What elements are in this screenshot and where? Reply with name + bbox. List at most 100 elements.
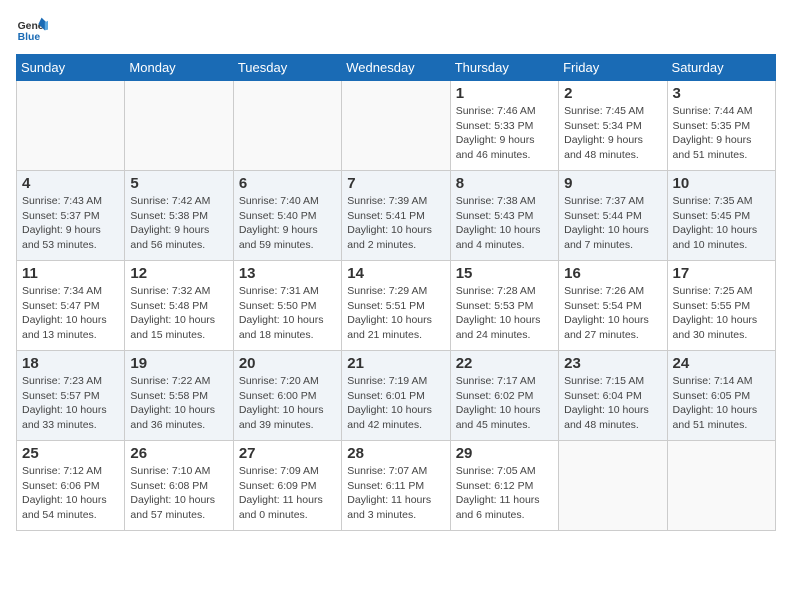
weekday-header-monday: Monday [125, 55, 233, 81]
calendar-cell [559, 441, 667, 531]
day-number: 17 [673, 265, 770, 282]
day-info: Sunrise: 7:39 AMSunset: 5:41 PMDaylight:… [347, 194, 444, 253]
day-info: Sunrise: 7:26 AMSunset: 5:54 PMDaylight:… [564, 284, 661, 343]
day-number: 10 [673, 175, 770, 192]
calendar-cell: 29 Sunrise: 7:05 AMSunset: 6:12 PMDayligh… [450, 441, 558, 531]
calendar-cell: 6 Sunrise: 7:40 AMSunset: 5:40 PMDaylight… [233, 171, 341, 261]
day-number: 15 [456, 265, 553, 282]
calendar-cell: 12 Sunrise: 7:32 AMSunset: 5:48 PMDayligh… [125, 261, 233, 351]
day-number: 5 [130, 175, 227, 192]
day-number: 21 [347, 355, 444, 372]
weekday-header-row: SundayMondayTuesdayWednesdayThursdayFrid… [17, 55, 776, 81]
svg-text:Blue: Blue [18, 32, 41, 43]
calendar-table: SundayMondayTuesdayWednesdayThursdayFrid… [16, 54, 776, 531]
day-info: Sunrise: 7:15 AMSunset: 6:04 PMDaylight:… [564, 374, 661, 433]
calendar-cell: 17 Sunrise: 7:25 AMSunset: 5:55 PMDayligh… [667, 261, 775, 351]
day-info: Sunrise: 7:31 AMSunset: 5:50 PMDaylight:… [239, 284, 336, 343]
calendar-week-row: 25 Sunrise: 7:12 AMSunset: 6:06 PMDayligh… [17, 441, 776, 531]
day-info: Sunrise: 7:23 AMSunset: 5:57 PMDaylight:… [22, 374, 119, 433]
day-number: 7 [347, 175, 444, 192]
logo-icon: General Blue [16, 16, 48, 44]
day-number: 3 [673, 85, 770, 102]
calendar-cell: 15 Sunrise: 7:28 AMSunset: 5:53 PMDayligh… [450, 261, 558, 351]
calendar-cell: 1 Sunrise: 7:46 AMSunset: 5:33 PMDaylight… [450, 81, 558, 171]
calendar-cell: 11 Sunrise: 7:34 AMSunset: 5:47 PMDayligh… [17, 261, 125, 351]
calendar-cell: 8 Sunrise: 7:38 AMSunset: 5:43 PMDaylight… [450, 171, 558, 261]
calendar-cell: 22 Sunrise: 7:17 AMSunset: 6:02 PMDayligh… [450, 351, 558, 441]
calendar-cell: 26Sunrise: 7:10 AMSunset: 6:08 PMDayligh… [125, 441, 233, 531]
calendar-cell: 4 Sunrise: 7:43 AMSunset: 5:37 PMDaylight… [17, 171, 125, 261]
day-info: Sunrise: 7:17 AMSunset: 6:02 PMDaylight:… [456, 374, 553, 433]
calendar-week-row: 11 Sunrise: 7:34 AMSunset: 5:47 PMDayligh… [17, 261, 776, 351]
day-info: Sunrise: 7:28 AMSunset: 5:53 PMDaylight:… [456, 284, 553, 343]
day-info: Sunrise: 7:43 AMSunset: 5:37 PMDaylight:… [22, 194, 119, 253]
day-number: 29 [456, 445, 553, 462]
day-info: Sunrise: 7:42 AMSunset: 5:38 PMDaylight:… [130, 194, 227, 253]
calendar-cell: 27 Sunrise: 7:09 AMSunset: 6:09 PMDayligh… [233, 441, 341, 531]
day-number: 6 [239, 175, 336, 192]
calendar-cell: 9Sunrise: 7:37 AMSunset: 5:44 PMDaylight… [559, 171, 667, 261]
day-info: Sunrise: 7:40 AMSunset: 5:40 PMDaylight:… [239, 194, 336, 253]
calendar-cell: 5 Sunrise: 7:42 AMSunset: 5:38 PMDaylight… [125, 171, 233, 261]
day-number: 20 [239, 355, 336, 372]
day-info: Sunrise: 7:44 AMSunset: 5:35 PMDaylight:… [673, 104, 770, 163]
calendar-cell: 21Sunrise: 7:19 AMSunset: 6:01 PMDayligh… [342, 351, 450, 441]
calendar-cell: 7 Sunrise: 7:39 AMSunset: 5:41 PMDaylight… [342, 171, 450, 261]
day-number: 24 [673, 355, 770, 372]
calendar-cell: 24 Sunrise: 7:14 AMSunset: 6:05 PMDayligh… [667, 351, 775, 441]
day-info: Sunrise: 7:20 AMSunset: 6:00 PMDaylight:… [239, 374, 336, 433]
calendar-cell [342, 81, 450, 171]
calendar-cell [17, 81, 125, 171]
day-number: 22 [456, 355, 553, 372]
day-number: 25 [22, 445, 119, 462]
calendar-cell: 10Sunrise: 7:35 AMSunset: 5:45 PMDayligh… [667, 171, 775, 261]
weekday-header-wednesday: Wednesday [342, 55, 450, 81]
weekday-header-tuesday: Tuesday [233, 55, 341, 81]
day-info: Sunrise: 7:25 AMSunset: 5:55 PMDaylight:… [673, 284, 770, 343]
calendar-cell [667, 441, 775, 531]
weekday-header-sunday: Sunday [17, 55, 125, 81]
day-info: Sunrise: 7:46 AMSunset: 5:33 PMDaylight:… [456, 104, 553, 163]
calendar-cell [125, 81, 233, 171]
day-number: 16 [564, 265, 661, 282]
calendar-cell: 16 Sunrise: 7:26 AMSunset: 5:54 PMDayligh… [559, 261, 667, 351]
day-number: 8 [456, 175, 553, 192]
day-number: 13 [239, 265, 336, 282]
weekday-header-thursday: Thursday [450, 55, 558, 81]
day-number: 9 [564, 175, 661, 192]
calendar-cell: 25 Sunrise: 7:12 AMSunset: 6:06 PMDayligh… [17, 441, 125, 531]
calendar-week-row: 18 Sunrise: 7:23 AMSunset: 5:57 PMDayligh… [17, 351, 776, 441]
day-info: Sunrise: 7:14 AMSunset: 6:05 PMDaylight:… [673, 374, 770, 433]
weekday-header-friday: Friday [559, 55, 667, 81]
day-info: Sunrise: 7:34 AMSunset: 5:47 PMDaylight:… [22, 284, 119, 343]
calendar-cell: 14 Sunrise: 7:29 AMSunset: 5:51 PMDayligh… [342, 261, 450, 351]
day-info: Sunrise: 7:12 AMSunset: 6:06 PMDaylight:… [22, 464, 119, 523]
calendar-cell: 28 Sunrise: 7:07 AMSunset: 6:11 PMDayligh… [342, 441, 450, 531]
day-number: 14 [347, 265, 444, 282]
calendar-cell: 23Sunrise: 7:15 AMSunset: 6:04 PMDayligh… [559, 351, 667, 441]
day-info: Sunrise: 7:09 AMSunset: 6:09 PMDaylight:… [239, 464, 336, 523]
day-number: 18 [22, 355, 119, 372]
day-info: Sunrise: 7:05 AMSunset: 6:12 PMDaylight:… [456, 464, 553, 523]
day-info: Sunrise: 7:07 AMSunset: 6:11 PMDaylight:… [347, 464, 444, 523]
weekday-header-saturday: Saturday [667, 55, 775, 81]
calendar-cell: 18 Sunrise: 7:23 AMSunset: 5:57 PMDayligh… [17, 351, 125, 441]
day-info: Sunrise: 7:29 AMSunset: 5:51 PMDaylight:… [347, 284, 444, 343]
day-number: 4 [22, 175, 119, 192]
day-info: Sunrise: 7:32 AMSunset: 5:48 PMDaylight:… [130, 284, 227, 343]
calendar-cell: 2Sunrise: 7:45 AMSunset: 5:34 PMDaylight… [559, 81, 667, 171]
day-number: 12 [130, 265, 227, 282]
day-number: 11 [22, 265, 119, 282]
page-header: General Blue [16, 16, 776, 44]
logo: General Blue [16, 16, 48, 44]
day-number: 28 [347, 445, 444, 462]
day-info: Sunrise: 7:38 AMSunset: 5:43 PMDaylight:… [456, 194, 553, 253]
day-number: 1 [456, 85, 553, 102]
calendar-cell: 20 Sunrise: 7:20 AMSunset: 6:00 PMDayligh… [233, 351, 341, 441]
calendar-week-row: 4 Sunrise: 7:43 AMSunset: 5:37 PMDaylight… [17, 171, 776, 261]
day-number: 19 [130, 355, 227, 372]
calendar-cell: 13 Sunrise: 7:31 AMSunset: 5:50 PMDayligh… [233, 261, 341, 351]
calendar-cell: 3 Sunrise: 7:44 AMSunset: 5:35 PMDaylight… [667, 81, 775, 171]
day-number: 27 [239, 445, 336, 462]
day-info: Sunrise: 7:22 AMSunset: 5:58 PMDaylight:… [130, 374, 227, 433]
